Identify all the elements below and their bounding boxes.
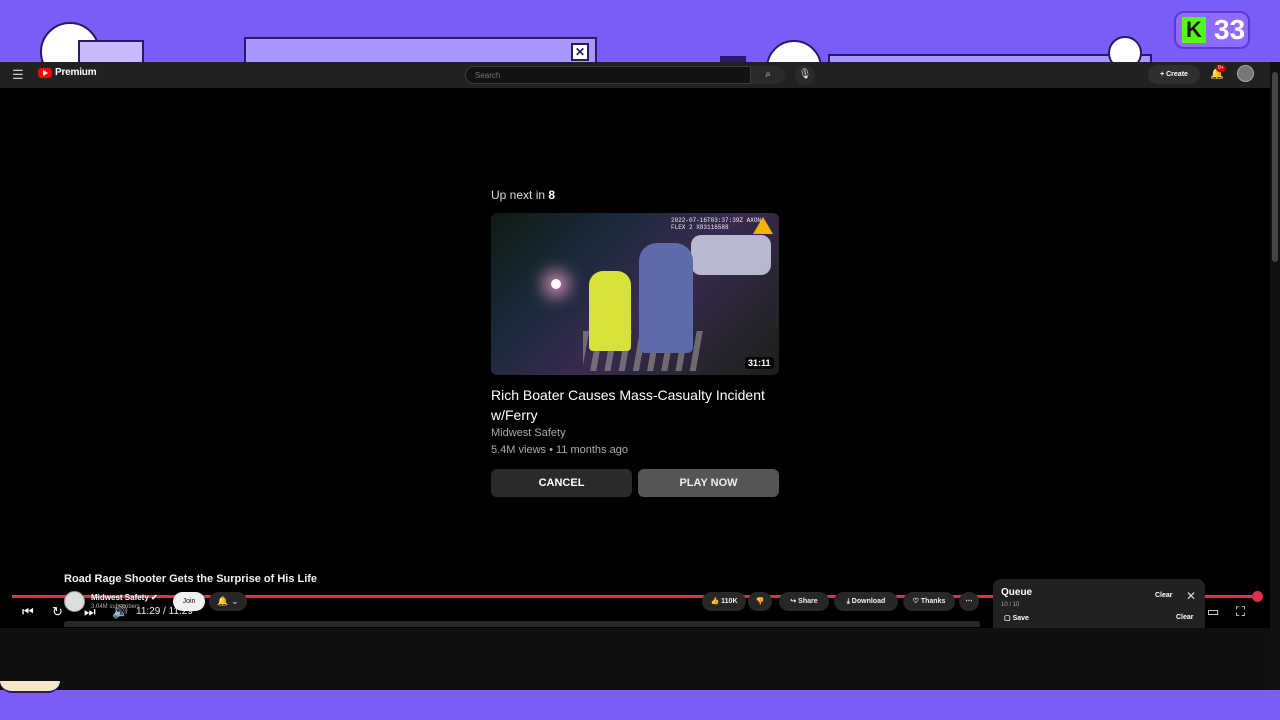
thumbnail-figure — [589, 271, 631, 351]
window-decoration — [78, 40, 144, 64]
account-avatar[interactable] — [1237, 65, 1254, 82]
chevron-down-icon: ⌄ — [231, 596, 239, 606]
theater-mode-icon[interactable]: ▭ — [1207, 604, 1219, 620]
search-icon: ⌕ — [765, 69, 771, 80]
youtube-play-icon — [38, 67, 52, 78]
close-icon: ✕ — [571, 43, 589, 61]
progress-scrubber[interactable] — [1252, 591, 1263, 602]
fullscreen-icon[interactable]: ⛶ — [1236, 604, 1245, 620]
more-icon: ⋯ — [965, 598, 973, 605]
save-icon: ▢ — [1004, 615, 1013, 622]
dislike-button[interactable]: 👎 — [748, 592, 772, 611]
channel-name-text: Midwest Safety — [91, 593, 149, 602]
countdown: 8 — [548, 188, 556, 202]
next-video-title[interactable]: Rich Boater Causes Mass-Casualty Inciden… — [491, 385, 781, 425]
queue-clear-secondary-button[interactable]: Clear — [1176, 614, 1194, 621]
create-button[interactable]: + Create — [1148, 65, 1200, 84]
below-player — [0, 628, 1270, 690]
top-bar: ☰ Premium ⌕ 🎙 + Create 🔔 9+ — [0, 62, 1280, 88]
bell-icon: 🔔 — [217, 596, 229, 606]
like-button[interactable]: 👍 110K — [702, 592, 746, 611]
description-box[interactable] — [64, 621, 980, 627]
next-video-channel[interactable]: Midwest Safety — [491, 427, 566, 439]
thumbnail-car — [691, 235, 771, 275]
voice-search-button[interactable]: 🎙 — [795, 65, 815, 85]
save-label: Save — [1012, 615, 1029, 622]
like-count: 110K — [721, 598, 738, 605]
overlay-decoration: ✕ — [0, 0, 1280, 64]
bubble-decoration — [766, 40, 822, 64]
create-label: Create — [1166, 71, 1188, 78]
download-icon: ⤓ — [846, 598, 850, 605]
queue-save-button[interactable]: ▢ Save — [1004, 614, 1029, 622]
share-icon: ↪ — [790, 598, 797, 605]
bubble-decoration — [1108, 36, 1142, 64]
queue-count: 10 / 10 — [1001, 602, 1020, 608]
search-input[interactable] — [465, 66, 751, 84]
subscription-bell-button[interactable]: 🔔 ⌄ — [209, 592, 247, 611]
thanks-button[interactable]: ♡ Thanks — [903, 592, 955, 611]
share-label: Share — [798, 598, 818, 605]
overlay-decoration — [0, 681, 60, 693]
warning-triangle-icon — [753, 217, 773, 234]
download-label: Download — [851, 598, 886, 605]
video-title: Road Rage Shooter Gets the Surprise of H… — [64, 573, 318, 585]
queue-clear-button[interactable]: Clear — [1155, 592, 1173, 599]
thumbnail-light — [551, 279, 561, 289]
kick-viewer-badge: K 33 — [1174, 11, 1250, 49]
verified-icon: ✔ — [151, 593, 158, 602]
queue-title: Queue — [1001, 587, 1033, 598]
kick-logo-icon: K — [1182, 17, 1206, 43]
share-button[interactable]: ↪ Share — [779, 592, 829, 611]
up-next-label: Up next in 8 — [491, 188, 555, 202]
hamburger-menu-icon[interactable]: ☰ — [12, 68, 26, 82]
thanks-icon: ♡ — [912, 598, 919, 605]
next-video-meta: 5.4M views • 11 months ago — [491, 444, 628, 456]
play-now-button[interactable]: PLAY NOW — [638, 469, 779, 497]
channel-name[interactable]: Midwest Safety ✔ — [91, 593, 158, 602]
join-button[interactable]: Join — [173, 592, 205, 611]
close-icon[interactable]: ✕ — [1186, 589, 1196, 603]
download-button[interactable]: ⤓ Download — [834, 592, 898, 611]
notification-badge: 9+ — [1216, 65, 1226, 72]
up-next-prefix: Up next in — [491, 188, 546, 202]
thumbs-down-icon: 👎 — [755, 598, 765, 605]
viewer-count: 33 — [1214, 14, 1246, 45]
cancel-button[interactable]: CANCEL — [491, 469, 632, 497]
youtube-logo[interactable]: Premium — [38, 67, 97, 78]
logo-text: Premium — [55, 67, 97, 78]
replay-icon[interactable]: ↻ — [52, 604, 63, 620]
channel-avatar[interactable] — [64, 591, 85, 612]
window-decoration — [244, 37, 597, 64]
next-video-thumbnail[interactable]: 2022-07-16T03:37:39Z AXON FLEX 2 X831165… — [491, 213, 779, 375]
mic-icon: 🎙 — [798, 69, 812, 80]
video-duration: 31:11 — [745, 357, 774, 369]
thumbs-up-icon: 👍 — [710, 598, 720, 605]
scrollbar-thumb[interactable] — [1272, 72, 1278, 262]
thanks-label: Thanks — [920, 598, 946, 605]
more-actions-button[interactable]: ⋯ — [959, 592, 979, 611]
search-button[interactable]: ⌕ — [751, 66, 785, 84]
previous-icon[interactable]: ⏮ — [22, 604, 34, 620]
thumbnail-figure — [639, 243, 693, 353]
subscriber-count: 3.04M subscribers — [91, 604, 141, 610]
